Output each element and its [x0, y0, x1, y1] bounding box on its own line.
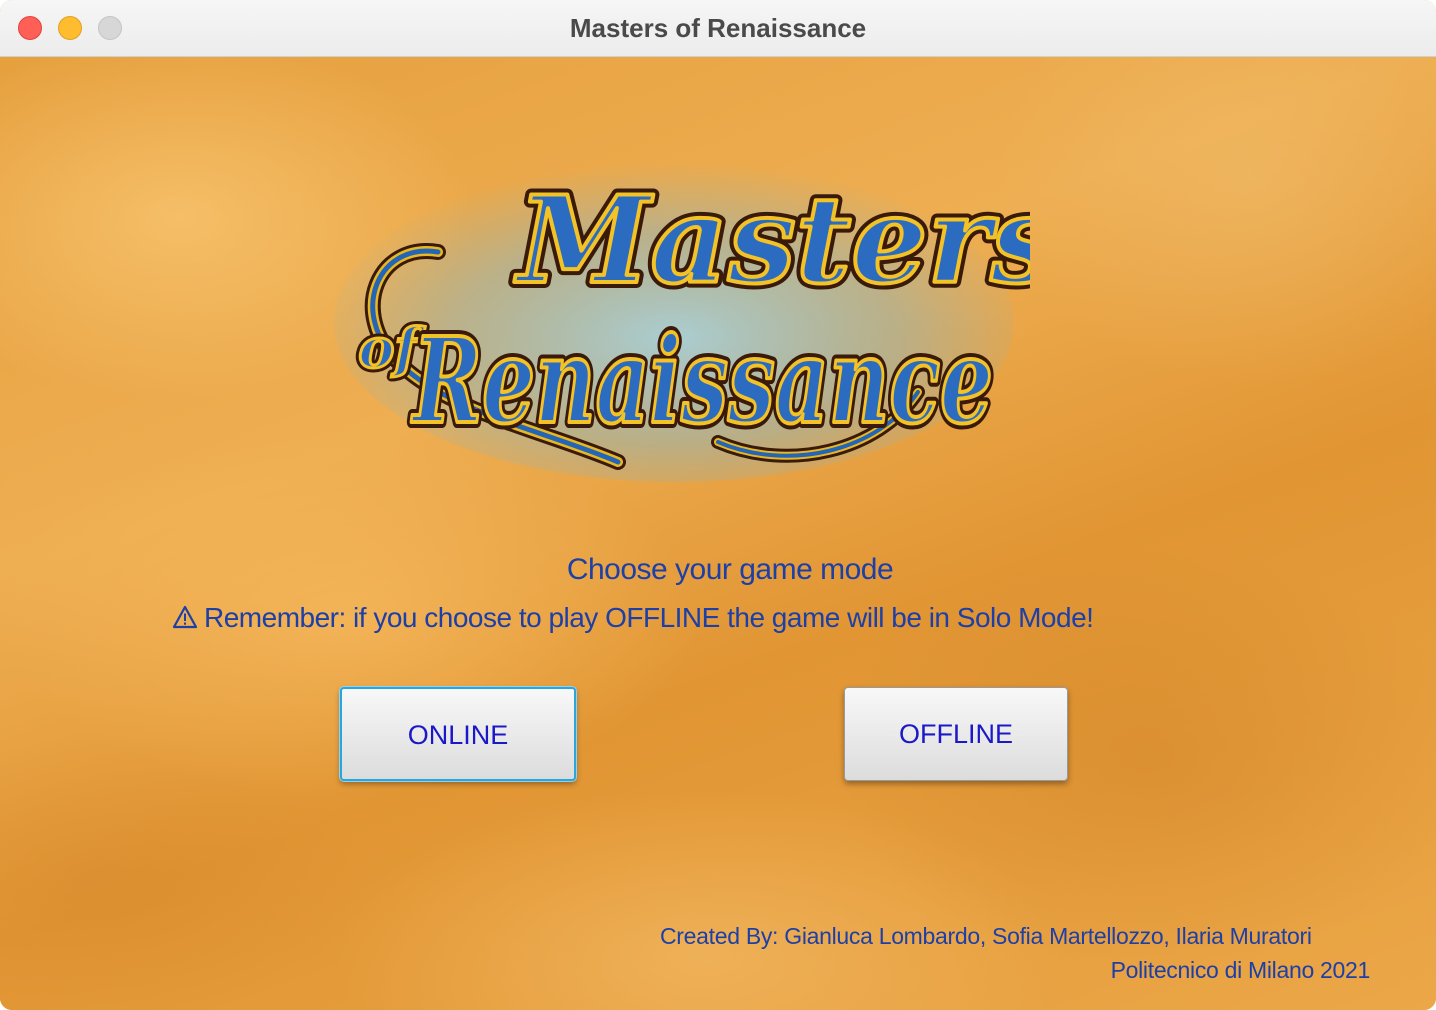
window-title: Masters of Renaissance — [569, 13, 867, 43]
title-bar[interactable]: Masters of Renaissance — [0, 0, 1436, 57]
warning-triangle-icon — [172, 605, 198, 629]
game-mode-heading: Choose your game mode — [566, 553, 894, 586]
svg-text:Masters: Masters — [514, 170, 1030, 311]
app-window: Masters of Renaissance Masters Masters o… — [0, 0, 1436, 1010]
offline-button[interactable]: OFFLINE — [844, 687, 1068, 781]
credits-text: Created By: Gianluca Lombardo, Sofia Mar… — [660, 923, 1312, 949]
university-text: Politecnico di Milano 2021 — [1110, 957, 1371, 983]
online-button[interactable]: ONLINE — [340, 687, 576, 781]
solo-mode-warning: Remember: if you choose to play OFFLINE … — [172, 602, 1094, 634]
game-logo: Masters Masters of of Renaissance Renais… — [334, 162, 1030, 482]
svg-text:Renaissance: Renaissance — [411, 311, 993, 450]
warning-text: Remember: if you choose to play OFFLINE … — [204, 602, 1094, 633]
main-content: Masters Masters of of Renaissance Renais… — [0, 57, 1436, 1010]
